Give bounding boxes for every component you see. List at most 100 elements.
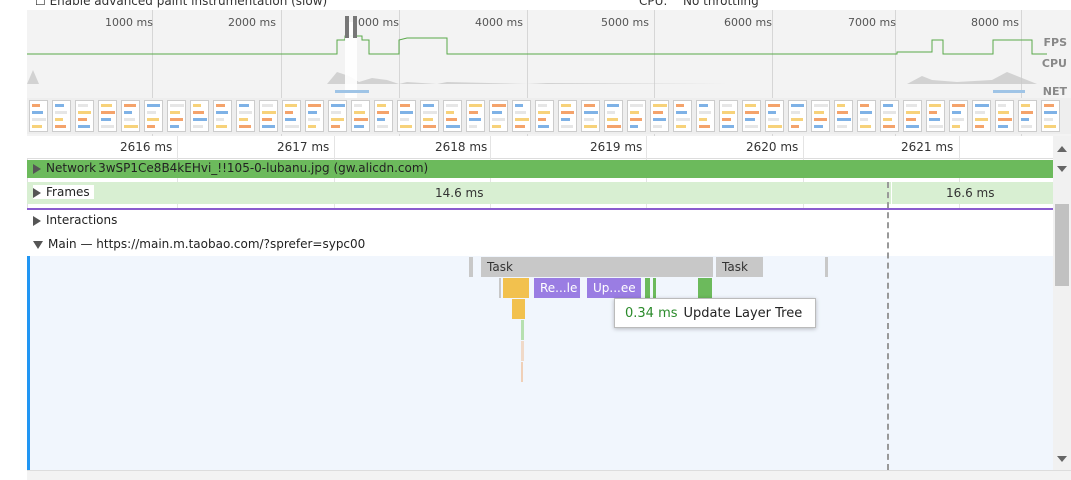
- network-track-header[interactable]: Network 3wSP1Ce8B4kEHvi_!!105-0-lubanu.jp…: [33, 161, 428, 175]
- filmstrip-thumbnail[interactable]: [466, 100, 485, 132]
- scroll-up-arrow-icon[interactable]: [1057, 146, 1067, 152]
- paint-slice[interactable]: [698, 278, 712, 298]
- ruler-tick: 2621 ms: [901, 140, 954, 154]
- filmstrip-thumbnail[interactable]: [742, 100, 761, 132]
- ruler-tick: 2617 ms: [277, 140, 330, 154]
- filmstrip-thumbnail[interactable]: [29, 100, 48, 132]
- scripting-slice[interactable]: [503, 278, 529, 298]
- frame-boundary: [891, 182, 892, 204]
- frame-duration[interactable]: 14.6 ms: [435, 186, 483, 200]
- scripting-slice[interactable]: [512, 299, 525, 319]
- tooltip-event-name: Update Layer Tree: [683, 306, 803, 321]
- task-slice[interactable]: [469, 257, 473, 277]
- filmstrip-thumbnail[interactable]: [604, 100, 623, 132]
- task-slice[interactable]: [825, 257, 828, 277]
- filmstrip-thumbnail[interactable]: [374, 100, 393, 132]
- frames-track[interactable]: Frames 14.6 ms 16.6 ms: [27, 182, 1053, 204]
- selection-handle-left: [345, 16, 349, 38]
- vertical-scrollbar[interactable]: [1053, 136, 1071, 470]
- expand-triangle-icon[interactable]: [33, 187, 41, 198]
- expand-triangle-icon[interactable]: [33, 163, 41, 174]
- frame-marker-line: [887, 182, 889, 470]
- filmstrip-thumbnail[interactable]: [489, 100, 508, 132]
- filmstrip-thumbnail[interactable]: [144, 100, 163, 132]
- update-layer-tree-slice[interactable]: Up...ee: [587, 278, 641, 298]
- interactions-track-header[interactable]: Interactions: [33, 213, 117, 227]
- filmstrip-thumbnail[interactable]: [282, 100, 301, 132]
- filmstrip-thumbnail[interactable]: [627, 100, 646, 132]
- filmstrip-thumbnail[interactable]: [811, 100, 830, 132]
- filmstrip-thumbnail[interactable]: [788, 100, 807, 132]
- network-track[interactable]: Network 3wSP1Ce8B4kEHvi_!!105-0-lubanu.jp…: [27, 160, 1053, 178]
- paint-slice[interactable]: [653, 278, 656, 298]
- expand-triangle-icon[interactable]: [33, 215, 41, 226]
- scroll-down-arrow-icon[interactable]: [1057, 456, 1067, 462]
- fps-label: FPS: [1043, 36, 1068, 49]
- scroll-down-arrow-icon[interactable]: [1057, 166, 1067, 172]
- main-track-title[interactable]: Main — https://main.m.taobao.com/?sprefe…: [33, 237, 365, 251]
- network-request-label[interactable]: 3wSP1Ce8B4kEHvi_!!105-0-lubanu.jpg (gw.a…: [98, 161, 428, 175]
- filmstrip-thumbnail[interactable]: [696, 100, 715, 132]
- filmstrip-frames[interactable]: [27, 98, 1071, 134]
- filmstrip-thumbnail[interactable]: [558, 100, 577, 132]
- filmstrip-thumbnail[interactable]: [75, 100, 94, 132]
- filmstrip-thumbnail[interactable]: [98, 100, 117, 132]
- filmstrip-thumbnail[interactable]: [1018, 100, 1037, 132]
- filmstrip-thumbnail[interactable]: [443, 100, 462, 132]
- filmstrip-thumbnail[interactable]: [719, 100, 738, 132]
- flame-slice[interactable]: [499, 278, 501, 298]
- filmstrip-thumbnail[interactable]: [190, 100, 209, 132]
- filmstrip-thumbnail[interactable]: [995, 100, 1014, 132]
- flame-slice[interactable]: [521, 341, 524, 361]
- filmstrip-thumbnail[interactable]: [880, 100, 899, 132]
- filmstrip-thumbnail[interactable]: [765, 100, 784, 132]
- frames-track-header[interactable]: Frames: [33, 185, 94, 199]
- selection-handle-right: [353, 16, 357, 38]
- cpu-area: [27, 70, 1037, 84]
- timeline-overview[interactable]: 1000 ms 2000 ms 000 ms 4000 ms 5000 ms 6…: [27, 10, 1071, 137]
- main-track-header[interactable]: Main — https://main.m.taobao.com/?sprefe…: [27, 234, 1053, 256]
- interactions-track[interactable]: Interactions: [27, 208, 1053, 234]
- filmstrip-thumbnail[interactable]: [305, 100, 324, 132]
- left-gutter: [0, 0, 28, 479]
- filmstrip-thumbnail[interactable]: [1041, 100, 1060, 132]
- filmstrip-thumbnail[interactable]: [167, 100, 186, 132]
- filmstrip-thumbnail[interactable]: [949, 100, 968, 132]
- scrollbar-thumb[interactable]: [1055, 204, 1069, 286]
- frames-track-label: Frames: [46, 185, 90, 199]
- time-ruler[interactable]: 2616 ms 2617 ms 2618 ms 2619 ms 2620 ms …: [27, 136, 1071, 159]
- task-slice[interactable]: Task: [481, 257, 713, 277]
- filmstrip-thumbnail[interactable]: [926, 100, 945, 132]
- filmstrip-thumbnail[interactable]: [673, 100, 692, 132]
- cpu-throttling-label: CPU:: [639, 0, 668, 8]
- filmstrip-thumbnail[interactable]: [213, 100, 232, 132]
- filmstrip-thumbnail[interactable]: [581, 100, 600, 132]
- task-slice[interactable]: Task: [716, 257, 763, 277]
- flame-slice[interactable]: [521, 320, 524, 340]
- paint-instrumentation-label: Enable advanced paint instrumentation (s…: [49, 0, 328, 8]
- filmstrip-thumbnail[interactable]: [834, 100, 853, 132]
- filmstrip-thumbnail[interactable]: [650, 100, 669, 132]
- filmstrip-thumbnail[interactable]: [857, 100, 876, 132]
- fps-line: [27, 35, 1047, 55]
- filmstrip-thumbnail[interactable]: [52, 100, 71, 132]
- filmstrip-thumbnail[interactable]: [259, 100, 278, 132]
- cpu-throttling-select[interactable]: No throttling: [683, 0, 759, 8]
- filmstrip-thumbnail[interactable]: [420, 100, 439, 132]
- tooltip-duration: 0.34 ms: [625, 306, 678, 321]
- filmstrip-thumbnail[interactable]: [397, 100, 416, 132]
- paint-slice[interactable]: [645, 278, 650, 298]
- filmstrip-thumbnail[interactable]: [121, 100, 140, 132]
- paint-instrumentation-checkbox[interactable]: ☐ Enable advanced paint instrumentation …: [35, 0, 327, 8]
- filmstrip-thumbnail[interactable]: [328, 100, 347, 132]
- filmstrip-thumbnail[interactable]: [512, 100, 531, 132]
- frame-duration[interactable]: 16.6 ms: [946, 186, 994, 200]
- filmstrip-thumbnail[interactable]: [351, 100, 370, 132]
- flame-slice[interactable]: [521, 362, 523, 382]
- recalculate-style-slice[interactable]: Re...le: [534, 278, 580, 298]
- filmstrip-thumbnail[interactable]: [972, 100, 991, 132]
- collapse-triangle-icon[interactable]: [33, 240, 43, 249]
- filmstrip-thumbnail[interactable]: [535, 100, 554, 132]
- filmstrip-thumbnail[interactable]: [903, 100, 922, 132]
- filmstrip-thumbnail[interactable]: [236, 100, 255, 132]
